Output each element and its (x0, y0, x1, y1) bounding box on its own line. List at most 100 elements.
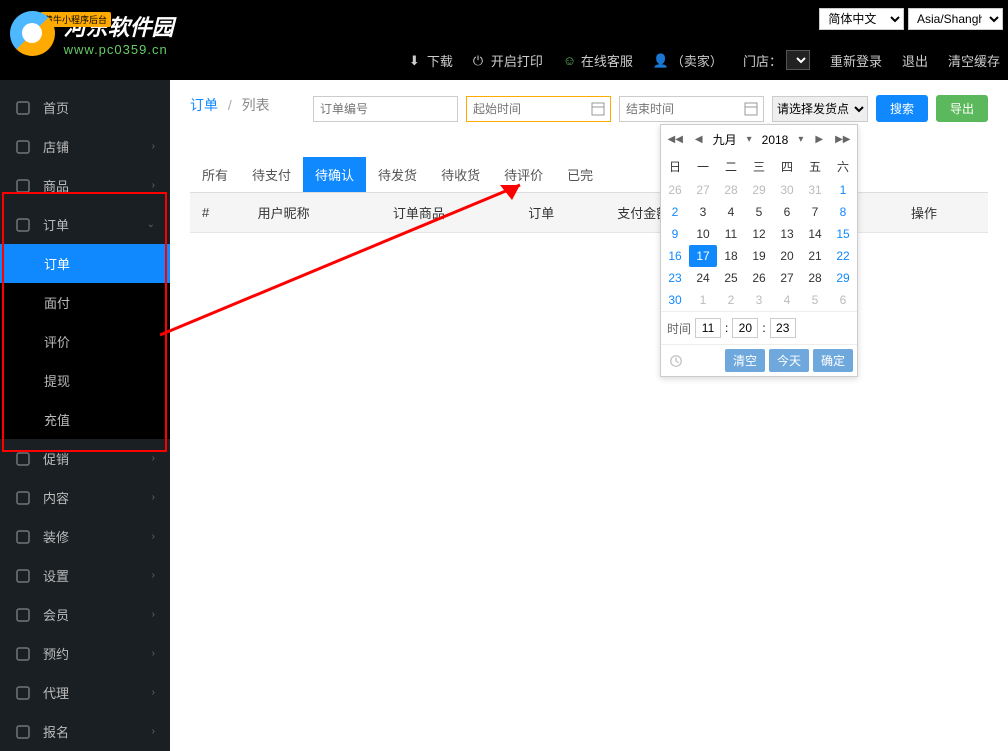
end-time-input[interactable] (619, 96, 764, 122)
calendar-day[interactable]: 30 (661, 289, 689, 311)
calendar-day[interactable]: 4 (717, 201, 745, 223)
print-link[interactable]: ⏻开启打印 (473, 51, 543, 70)
export-button[interactable]: 导出 (936, 95, 988, 122)
sidebar-sub-item[interactable]: 订单 (0, 244, 170, 283)
sidebar-item-book[interactable]: 预约› (0, 634, 170, 673)
calendar-day[interactable]: 17 (689, 245, 717, 267)
sidebar-item-content[interactable]: 内容› (0, 478, 170, 517)
calendar-day[interactable]: 31 (801, 179, 829, 201)
relogin-link[interactable]: 重新登录 (830, 51, 882, 70)
download-link[interactable]: ⬇下载 (409, 51, 453, 70)
top-menu: ⬇下载 ⏻开启打印 ☺在线客服 👤（卖家） 门店：▼ 重新登录 退出 清空缓存 (409, 50, 1000, 70)
sidebar-item-shop[interactable]: 店铺› (0, 127, 170, 166)
sidebar-sub-item[interactable]: 面付 (0, 283, 170, 322)
status-tab[interactable]: 所有 (190, 157, 240, 192)
service-link[interactable]: ☺在线客服 (563, 51, 633, 70)
calendar-day[interactable]: 9 (661, 223, 689, 245)
calendar-day[interactable]: 29 (745, 179, 773, 201)
order-no-input[interactable] (313, 96, 458, 122)
year-label[interactable]: 2018 (762, 133, 789, 147)
shipping-select[interactable]: 请选择发货点 (772, 96, 868, 122)
calendar-day[interactable]: 24 (689, 267, 717, 289)
status-tab[interactable]: 待评价 (492, 157, 555, 192)
calendar-day[interactable]: 29 (829, 267, 857, 289)
sidebar-item-signup[interactable]: 报名› (0, 712, 170, 751)
sidebar-item-order[interactable]: 订单⌄ (0, 205, 170, 244)
clear-cache-link[interactable]: 清空缓存 (948, 51, 1000, 70)
sidebar-item-goods[interactable]: 商品› (0, 166, 170, 205)
clear-button[interactable]: 清空 (725, 349, 765, 372)
sidebar-sub-item[interactable]: 提现 (0, 361, 170, 400)
calendar-day[interactable]: 22 (829, 245, 857, 267)
calendar-day[interactable]: 12 (745, 223, 773, 245)
minute-input[interactable] (732, 318, 758, 338)
calendar-day[interactable]: 6 (773, 201, 801, 223)
status-tab[interactable]: 待收货 (429, 157, 492, 192)
calendar-day[interactable]: 1 (689, 289, 717, 311)
calendar-day[interactable]: 5 (801, 289, 829, 311)
hour-input[interactable] (695, 318, 721, 338)
order-table: #用户昵称订单商品订单支付金额收货人账号操作 (190, 193, 988, 233)
status-tab[interactable]: 待确认 (303, 157, 366, 192)
sidebar-item-home[interactable]: 首页 (0, 88, 170, 127)
month-label[interactable]: 九月 (713, 131, 737, 148)
calendar-day[interactable]: 1 (829, 179, 857, 201)
today-button[interactable]: 今天 (769, 349, 809, 372)
calendar-day[interactable]: 2 (717, 289, 745, 311)
sidebar-item-setting[interactable]: 设置› (0, 556, 170, 595)
next-month-button[interactable]: ▶ (813, 132, 825, 147)
calendar-day[interactable]: 30 (773, 179, 801, 201)
calendar-day[interactable]: 7 (801, 201, 829, 223)
ok-button[interactable]: 确定 (813, 349, 853, 372)
calendar-day[interactable]: 21 (801, 245, 829, 267)
calendar-day[interactable]: 25 (717, 267, 745, 289)
calendar-day[interactable]: 19 (745, 245, 773, 267)
logout-link[interactable]: 退出 (902, 51, 928, 70)
calendar-day[interactable]: 20 (773, 245, 801, 267)
sidebar-item-promo[interactable]: 促销› (0, 439, 170, 478)
calendar-day[interactable]: 2 (661, 201, 689, 223)
calendar-day[interactable]: 3 (689, 201, 717, 223)
calendar-day[interactable]: 16 (661, 245, 689, 267)
calendar-day[interactable]: 28 (801, 267, 829, 289)
chevron-icon: › (152, 570, 155, 581)
prev-year-button[interactable]: ◀◀ (666, 132, 685, 147)
calendar-day[interactable]: 11 (717, 223, 745, 245)
calendar-day[interactable]: 8 (829, 201, 857, 223)
sidebar-sub-item[interactable]: 评价 (0, 322, 170, 361)
status-tab[interactable]: 待发货 (366, 157, 429, 192)
shop-icon (15, 139, 31, 155)
calendar-day[interactable]: 10 (689, 223, 717, 245)
calendar-day[interactable]: 26 (745, 267, 773, 289)
breadcrumb-root[interactable]: 订单 (190, 97, 218, 113)
calendar-day[interactable]: 27 (773, 267, 801, 289)
calendar-day[interactable]: 26 (661, 179, 689, 201)
start-time-input[interactable] (466, 96, 611, 122)
sidebar-item-agent[interactable]: 代理› (0, 673, 170, 712)
status-tab[interactable]: 待支付 (240, 157, 303, 192)
language-select[interactable]: 简体中文 (819, 8, 904, 30)
calendar-day[interactable]: 14 (801, 223, 829, 245)
status-tab[interactable]: 已完 (555, 157, 605, 192)
timezone-select[interactable]: Asia/Shangha (908, 8, 1003, 30)
calendar-day[interactable]: 28 (717, 179, 745, 201)
next-year-button[interactable]: ▶▶ (833, 132, 852, 147)
second-input[interactable] (770, 318, 796, 338)
calendar-day[interactable]: 4 (773, 289, 801, 311)
calendar-day[interactable]: 27 (689, 179, 717, 201)
calendar-day[interactable]: 15 (829, 223, 857, 245)
shop-select[interactable]: ▼ (786, 50, 810, 70)
sidebar-sub-item[interactable]: 充值 (0, 400, 170, 439)
calendar-day[interactable]: 5 (745, 201, 773, 223)
seller-link[interactable]: 👤（卖家） (653, 51, 723, 70)
calendar-day[interactable]: 3 (745, 289, 773, 311)
calendar-day[interactable]: 18 (717, 245, 745, 267)
calendar-day[interactable]: 23 (661, 267, 689, 289)
search-button[interactable]: 搜索 (876, 95, 928, 122)
sidebar-item-decor[interactable]: 装修› (0, 517, 170, 556)
calendar-day[interactable]: 6 (829, 289, 857, 311)
prev-month-button[interactable]: ◀ (693, 132, 705, 147)
sidebar-item-member[interactable]: 会员› (0, 595, 170, 634)
calendar-day[interactable]: 13 (773, 223, 801, 245)
home-icon (15, 100, 31, 116)
